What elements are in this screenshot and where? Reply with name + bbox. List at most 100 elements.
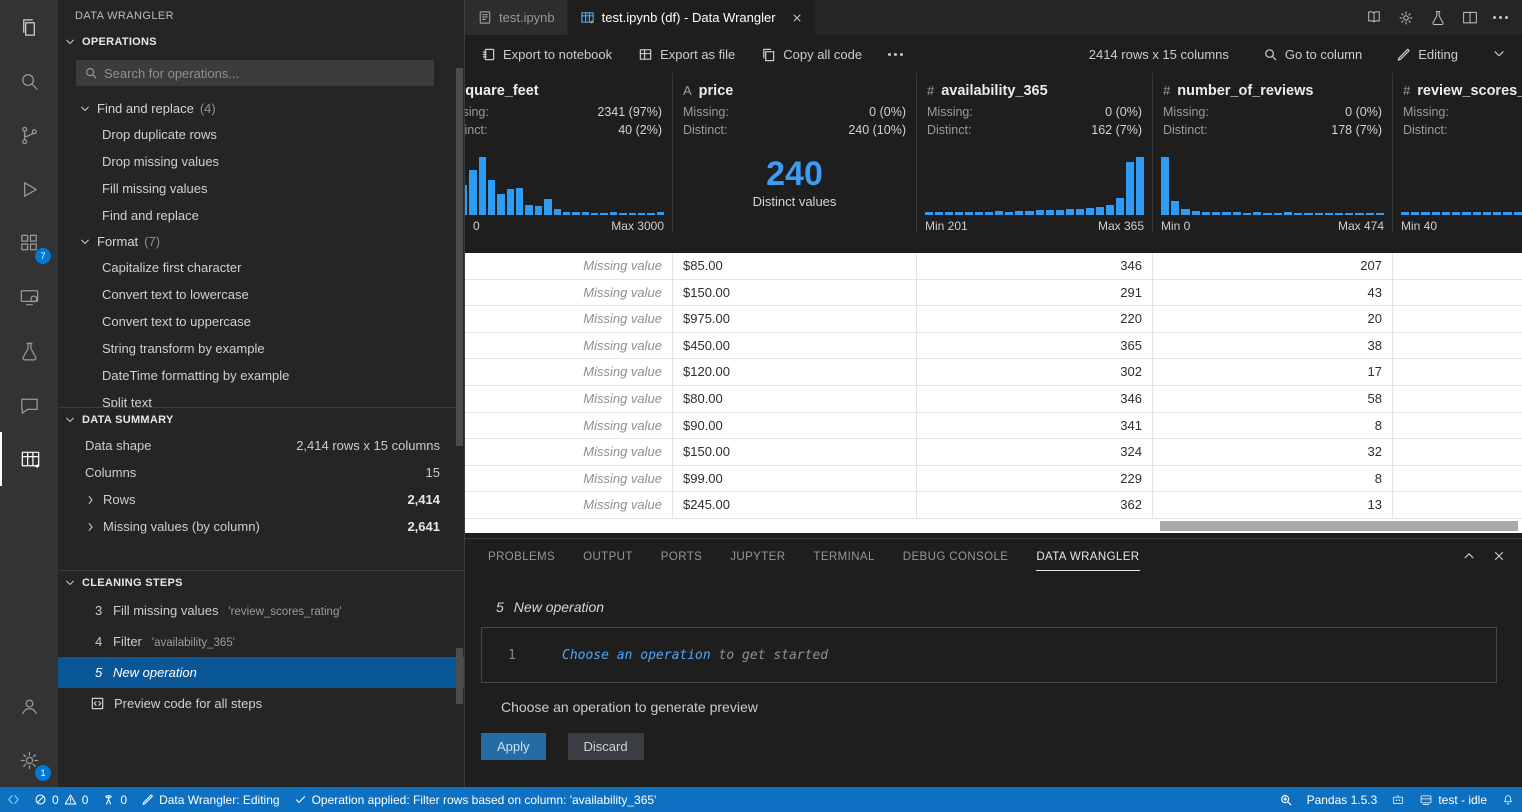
- table-cell[interactable]: 362: [917, 492, 1153, 518]
- explorer-icon[interactable]: [0, 0, 58, 54]
- export-to-notebook-button[interactable]: Export to notebook: [481, 47, 612, 62]
- gear-icon[interactable]: [1397, 9, 1415, 27]
- operation-item[interactable]: Find and replace: [58, 202, 464, 229]
- notifications-bell-icon[interactable]: [1494, 787, 1522, 812]
- summary-row-missing-values[interactable]: Missing values (by column) 2,641: [58, 513, 464, 540]
- tab-output[interactable]: OUTPUT: [583, 542, 633, 571]
- operation-item[interactable]: Split text: [58, 389, 464, 407]
- table-row[interactable]: Missing value$90.003418: [465, 413, 1522, 440]
- table-cell[interactable]: 346: [917, 386, 1153, 412]
- data-wrangler-icon[interactable]: [0, 432, 58, 486]
- table-cell[interactable]: Missing value: [465, 466, 673, 492]
- table-cell[interactable]: $120.00: [673, 359, 917, 385]
- table-cell[interactable]: $99.00: [673, 466, 917, 492]
- source-control-icon[interactable]: [0, 108, 58, 162]
- table-cell[interactable]: 38: [1153, 333, 1393, 359]
- table-cell[interactable]: Missing value: [465, 439, 673, 465]
- kernel-status[interactable]: test - idle: [1412, 787, 1494, 812]
- table-row[interactable]: Missing value$99.002298: [465, 466, 1522, 493]
- table-cell[interactable]: [1393, 439, 1522, 465]
- summary-row-rows[interactable]: Rows 2,414: [58, 486, 464, 513]
- beaker-icon[interactable]: [1429, 9, 1447, 27]
- operation-item[interactable]: Convert text to uppercase: [58, 308, 464, 335]
- table-row[interactable]: Missing value$80.0034658: [465, 386, 1522, 413]
- data-wrangler-mode-status[interactable]: Data Wrangler: Editing: [134, 787, 287, 812]
- editing-mode-button[interactable]: Editing: [1396, 47, 1458, 62]
- table-cell[interactable]: [1393, 413, 1522, 439]
- column-header-square-feet[interactable]: #square_feet Missing:2341 (97%) Distinct…: [465, 73, 673, 233]
- export-as-file-button[interactable]: Export as file: [638, 47, 735, 62]
- table-cell[interactable]: 17: [1153, 359, 1393, 385]
- table-cell[interactable]: [1393, 253, 1522, 279]
- tab-debug-console[interactable]: DEBUG CONSOLE: [903, 542, 1009, 571]
- cleaning-step[interactable]: 4 Filter 'availability_365': [58, 626, 464, 657]
- zoom-icon[interactable]: [1272, 787, 1300, 812]
- operation-item[interactable]: DateTime formatting by example: [58, 362, 464, 389]
- more-actions-icon[interactable]: [1493, 16, 1508, 19]
- table-cell[interactable]: $85.00: [673, 253, 917, 279]
- code-preview-box[interactable]: 1 Choose an operation to get started: [481, 627, 1497, 683]
- close-panel-icon[interactable]: [1492, 549, 1506, 563]
- table-cell[interactable]: 365: [917, 333, 1153, 359]
- copy-all-code-button[interactable]: Copy all code: [761, 47, 862, 62]
- column-header-availability-365[interactable]: #availability_365 Missing:0 (0%) Distinc…: [917, 73, 1153, 233]
- table-cell[interactable]: $450.00: [673, 333, 917, 359]
- table-cell[interactable]: 346: [917, 253, 1153, 279]
- problems-status[interactable]: 0 0: [27, 787, 95, 812]
- table-row[interactable]: Missing value$120.0030217: [465, 359, 1522, 386]
- tab-test-ipynb[interactable]: test.ipynb: [465, 0, 568, 35]
- table-cell[interactable]: Missing value: [465, 492, 673, 518]
- split-editor-icon[interactable]: [1461, 9, 1479, 27]
- table-cell[interactable]: $245.00: [673, 492, 917, 518]
- cleaning-step-selected[interactable]: 5 New operation: [58, 657, 464, 688]
- table-cell[interactable]: $150.00: [673, 280, 917, 306]
- table-cell[interactable]: 324: [917, 439, 1153, 465]
- table-cell[interactable]: 13: [1153, 492, 1393, 518]
- table-row[interactable]: Missing value$150.0029143: [465, 280, 1522, 307]
- table-cell[interactable]: Missing value: [465, 333, 673, 359]
- chevron-up-icon[interactable]: [1462, 549, 1476, 563]
- go-to-column-button[interactable]: Go to column: [1263, 47, 1362, 62]
- table-cell[interactable]: $90.00: [673, 413, 917, 439]
- notebook-book-icon[interactable]: [1365, 9, 1383, 27]
- preview-code-button[interactable]: Preview code for all steps: [58, 688, 464, 719]
- operation-item[interactable]: Drop duplicate rows: [58, 121, 464, 148]
- operations-section-header[interactable]: OPERATIONS: [58, 30, 464, 54]
- operation-item[interactable]: Capitalize first character: [58, 254, 464, 281]
- column-header-review-scores[interactable]: #review_scores_rating Missing: Distinct:…: [1393, 73, 1522, 233]
- table-cell[interactable]: $80.00: [673, 386, 917, 412]
- tab-data-wrangler[interactable]: test.ipynb (df) - Data Wrangler: [568, 0, 815, 35]
- cleaning-steps-scrollbar[interactable]: [456, 648, 463, 704]
- table-row[interactable]: Missing value$245.0036213: [465, 492, 1522, 519]
- column-header-number-of-reviews[interactable]: #number_of_reviews Missing:0 (0%) Distin…: [1153, 73, 1393, 233]
- table-cell[interactable]: 302: [917, 359, 1153, 385]
- testing-icon[interactable]: [0, 324, 58, 378]
- operation-item[interactable]: Drop missing values: [58, 148, 464, 175]
- table-cell[interactable]: 291: [917, 280, 1153, 306]
- operation-item[interactable]: String transform by example: [58, 335, 464, 362]
- table-cell[interactable]: [1393, 333, 1522, 359]
- table-row[interactable]: Missing value$450.0036538: [465, 333, 1522, 360]
- table-cell[interactable]: [1393, 492, 1522, 518]
- table-cell[interactable]: [1393, 280, 1522, 306]
- operation-applied-status[interactable]: Operation applied: Filter rows based on …: [287, 787, 664, 812]
- sidebar-scrollbar[interactable]: [456, 68, 463, 446]
- toolbar-more-icon[interactable]: [888, 53, 903, 56]
- table-row[interactable]: Missing value$975.0022020: [465, 306, 1522, 333]
- table-cell[interactable]: Missing value: [465, 413, 673, 439]
- cleaning-step[interactable]: 3 Fill missing values 'review_scores_rat…: [58, 595, 464, 626]
- data-summary-section-header[interactable]: DATA SUMMARY: [58, 407, 464, 432]
- table-cell[interactable]: [1393, 386, 1522, 412]
- column-header-price[interactable]: Aprice Missing:0 (0%) Distinct:240 (10%)…: [673, 73, 917, 233]
- table-cell[interactable]: 207: [1153, 253, 1393, 279]
- run-debug-icon[interactable]: [0, 162, 58, 216]
- table-row[interactable]: Missing value$85.00346207: [465, 253, 1522, 280]
- cleaning-steps-section-header[interactable]: CLEANING STEPS: [58, 570, 464, 595]
- table-cell[interactable]: 8: [1153, 413, 1393, 439]
- extensions-icon[interactable]: 7: [0, 216, 58, 270]
- search-icon[interactable]: [0, 54, 58, 108]
- table-cell[interactable]: 8: [1153, 466, 1393, 492]
- table-cell[interactable]: $975.00: [673, 306, 917, 332]
- table-cell[interactable]: $150.00: [673, 439, 917, 465]
- group-find-and-replace[interactable]: Find and replace (4): [58, 96, 464, 121]
